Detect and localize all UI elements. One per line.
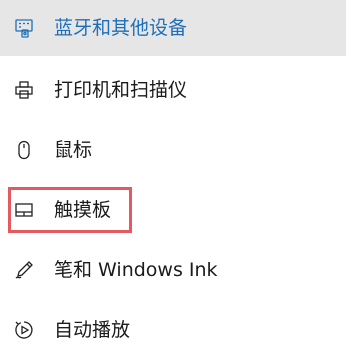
autoplay-icon — [14, 320, 34, 340]
nav-item-label: 打印机和扫描仪 — [54, 79, 188, 101]
nav-item-bluetooth-devices[interactable]: 蓝牙和其他设备 — [0, 0, 346, 56]
nav-item-printers-scanners[interactable]: 打印机和扫描仪 — [0, 62, 346, 118]
nav-item-label: 触摸板 — [54, 199, 112, 221]
pen-icon — [14, 260, 34, 280]
bluetooth-devices-icon — [14, 18, 34, 38]
nav-item-label: 自动播放 — [54, 319, 131, 341]
nav-item-touchpad[interactable]: 触摸板 — [0, 182, 346, 238]
nav-item-label: 鼠标 — [54, 139, 93, 161]
printer-icon — [14, 80, 34, 100]
nav-item-label: 蓝牙和其他设备 — [54, 17, 188, 39]
nav-item-mouse[interactable]: 鼠标 — [0, 122, 346, 178]
mouse-icon — [14, 140, 34, 160]
touchpad-icon — [14, 200, 34, 220]
nav-item-autoplay[interactable]: 自动播放 — [0, 302, 346, 346]
nav-item-label: 笔和 Windows Ink — [54, 259, 218, 281]
devices-settings-nav: 蓝牙和其他设备 打印机和扫描仪 鼠标 触摸板 笔和 Windows Ink 自动… — [0, 0, 346, 346]
nav-item-pen-windows-ink[interactable]: 笔和 Windows Ink — [0, 242, 346, 298]
